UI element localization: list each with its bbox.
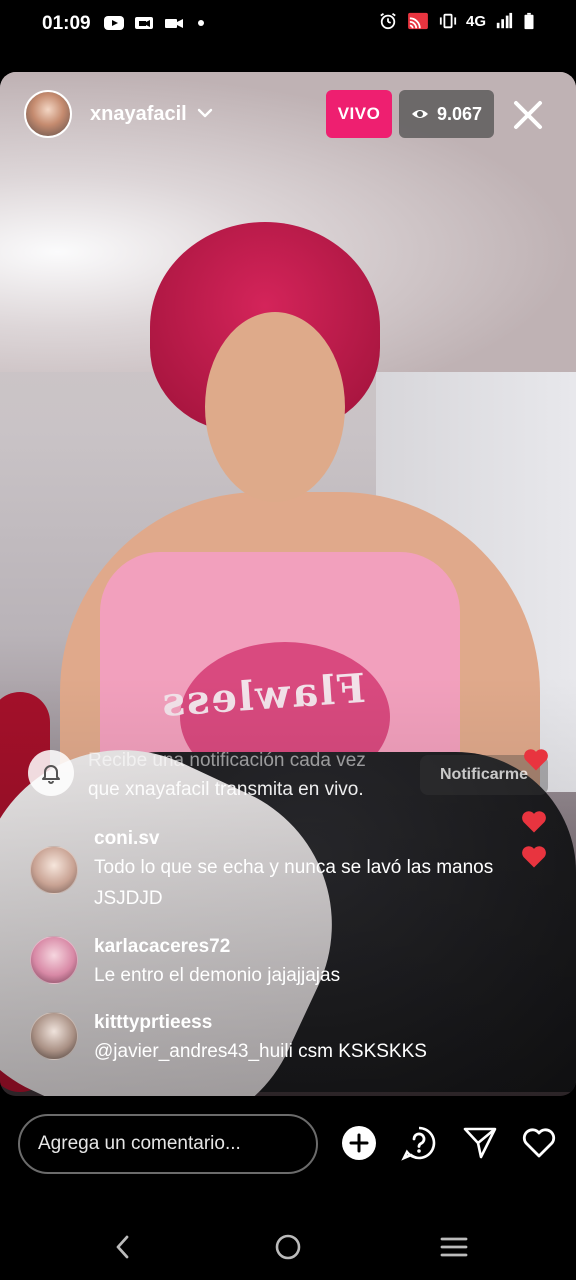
notify-line-1: Recibe una notificación cada vez bbox=[88, 750, 366, 771]
home-circle-icon bbox=[275, 1234, 301, 1260]
floating-heart-icon bbox=[524, 749, 548, 771]
close-icon bbox=[514, 101, 542, 129]
host-avatar[interactable] bbox=[24, 90, 72, 138]
comment-username[interactable]: karlacaceres72 bbox=[94, 936, 230, 958]
floating-heart-icon bbox=[522, 811, 546, 833]
viewer-count-badge[interactable]: 9.067 bbox=[399, 90, 494, 138]
comment-username[interactable]: coni.sv bbox=[94, 828, 159, 850]
bell-button[interactable] bbox=[28, 750, 74, 796]
youtube-icon bbox=[104, 16, 124, 30]
comment-item[interactable]: karlacaceres72 Le entro el demonio jajaj… bbox=[0, 932, 500, 996]
comment-input[interactable] bbox=[18, 1114, 318, 1174]
chevron-down-icon[interactable] bbox=[196, 104, 214, 122]
comment-item[interactable]: coni.sv Todo lo que se echa y nunca se l… bbox=[0, 824, 500, 924]
comment-text: Le entro el demonio jajajjajas bbox=[94, 965, 341, 986]
share-button[interactable] bbox=[461, 1124, 499, 1162]
status-time: 01:09 bbox=[42, 13, 91, 34]
plus-circle-icon bbox=[342, 1126, 376, 1160]
floating-heart-icon bbox=[522, 846, 546, 868]
like-button[interactable] bbox=[520, 1124, 558, 1162]
comment-text: @javier_andres43_huili csm KSKSKKS bbox=[94, 1041, 427, 1062]
network-label: 4G bbox=[465, 12, 486, 30]
comment-bar bbox=[0, 1096, 576, 1196]
bell-icon bbox=[42, 765, 60, 784]
avatar[interactable] bbox=[30, 846, 78, 894]
battery-icon bbox=[524, 12, 534, 30]
question-button[interactable] bbox=[400, 1124, 438, 1162]
signal-icon bbox=[496, 12, 513, 29]
viewer-count: 9.067 bbox=[436, 103, 483, 124]
comment-username[interactable]: kitttyprtieess bbox=[94, 1012, 212, 1034]
avatar[interactable] bbox=[30, 936, 78, 984]
live-badge: VIVO bbox=[326, 90, 392, 138]
status-right-icons: 4G bbox=[378, 12, 536, 30]
status-left-icons bbox=[104, 14, 204, 32]
video-camera-icon bbox=[165, 19, 183, 28]
heart-icon bbox=[522, 1128, 556, 1158]
notify-text: Recibe una notificación cada vez que xna… bbox=[88, 746, 408, 804]
video-face bbox=[205, 312, 345, 502]
status-bar: 01:09 4G bbox=[0, 0, 576, 48]
host-username[interactable]: xnayafacil bbox=[90, 103, 187, 126]
back-chevron-icon bbox=[116, 1235, 129, 1259]
notification-dot-icon bbox=[198, 20, 204, 26]
comment-item[interactable]: kitttyprtieess @javier_andres43_huili cs… bbox=[0, 1010, 500, 1074]
close-button[interactable] bbox=[507, 94, 549, 136]
menu-lines-icon bbox=[440, 1237, 468, 1257]
alarm-icon bbox=[380, 13, 396, 30]
add-button[interactable] bbox=[340, 1124, 378, 1162]
notify-prompt: Recibe una notificación cada vez que xna… bbox=[0, 740, 576, 808]
nav-back-button[interactable] bbox=[108, 1232, 138, 1262]
video-call-icon bbox=[135, 17, 153, 29]
vibrate-icon bbox=[439, 13, 457, 29]
comment-text: Todo lo que se echa y nunca se lavó las … bbox=[94, 857, 494, 909]
send-icon bbox=[463, 1127, 497, 1159]
notify-line-2: que xnayafacil transmita en vivo. bbox=[88, 779, 364, 800]
avatar[interactable] bbox=[30, 1012, 78, 1060]
nav-recents-button[interactable] bbox=[439, 1232, 469, 1262]
nav-home-button[interactable] bbox=[273, 1232, 303, 1262]
question-bubble-icon bbox=[401, 1126, 436, 1161]
cast-icon bbox=[408, 12, 428, 30]
system-nav-bar bbox=[0, 1210, 576, 1280]
eye-icon bbox=[411, 110, 428, 118]
